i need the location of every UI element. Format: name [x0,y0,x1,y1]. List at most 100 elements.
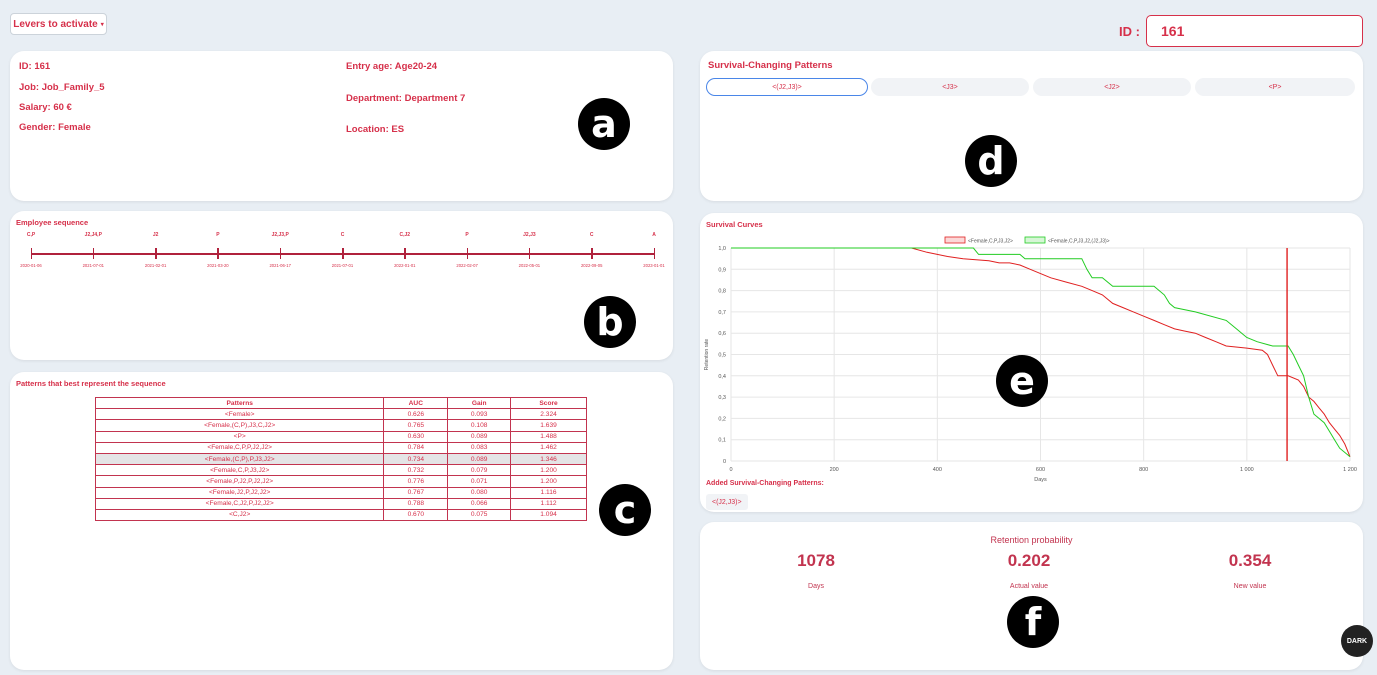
table-row[interactable]: <C,J2> 0.670 0.075 1.094 [94,508,587,522]
marker-e: e [996,355,1048,407]
table-cell: <Female,(C,P),P,J3,J2> [94,452,385,466]
column-header: Gain [447,396,512,410]
legend-entry: <Female,C,P,J3,J2> [968,239,1013,245]
marker-f: f [1007,596,1059,648]
table-cell: 1.639 [510,419,587,432]
table-cell: 2.324 [510,408,587,421]
patterns-title: Patterns that best represent the sequenc… [16,379,166,388]
timeline-event-label: C [340,232,345,238]
table-cell: <Female,C,J2,P,J2,J2> [94,497,385,510]
timeline: C,P 2020-01-06 J2,J4,P 2021-07-01 J2 2021-02-… [10,211,673,281]
table-cell: 0.066 [447,497,512,510]
timeline-event-date: 2023-01-01 [643,263,665,268]
timeline-event-label: C [589,232,594,238]
patterns-card: Patterns that best represent the sequenc… [10,372,673,670]
timeline-event-label: A [652,232,656,238]
table-cell: <Female,P,J2,P,J2,J2> [94,475,385,488]
table-header-row: Patterns AUC Gain Score [94,396,587,410]
table-cell: 0.788 [383,497,449,510]
column-header: Patterns [94,396,385,410]
table-cell: <Female> [94,408,385,421]
table-cell: 0.089 [447,452,512,466]
table-cell: 1.200 [510,464,587,477]
table-cell: 1.346 [510,452,587,466]
y-tick-label: 0,6 [718,331,726,337]
timeline-event-date: 2022-05-01 [518,263,541,268]
tab-pattern-j3[interactable]: <J3> [871,78,1029,96]
added-patterns-label: Added Survival-Changing Patterns: [706,480,824,487]
table-cell: <P> [94,430,385,443]
table-cell: 0.093 [447,408,512,421]
table-cell: 0.734 [383,452,449,466]
timeline-tick [279,248,282,259]
retention-new-label: New value [1233,583,1267,590]
tab-pattern-j2-j3[interactable]: <(J2,J3)> [706,78,868,96]
table-cell: 0.083 [447,441,512,454]
table-row[interactable]: <P> 0.630 0.089 1.488 [94,430,587,443]
y-tick-label: 0 [723,459,726,465]
added-pattern-pill[interactable]: <(J2,J3)> [706,494,748,510]
table-cell: 0.080 [447,486,512,499]
marker-a: a [578,98,630,150]
table-row[interactable]: <Female,C,J2,P,J2,J2> 0.788 0.066 1.112 [94,497,587,510]
table-cell: 0.079 [447,464,512,477]
timeline-tick [653,248,655,259]
timeline-tick [466,248,469,259]
y-tick-label: 0,8 [718,289,726,295]
id-label: ID : [1119,24,1140,39]
timeline-event-label: P [465,232,469,238]
table-cell: <Female,J2,P,J2,J2> [94,486,385,499]
marker-b: b [584,296,636,348]
y-tick-label: 0,9 [718,267,726,273]
table-row[interactable]: <Female,(C,P),P,J3,J2> 0.734 0.089 1.346 [94,452,587,466]
survival-curves-title: Survival Curves [706,220,763,229]
timeline-event-label: J2 [152,232,159,238]
timeline-event-date: 2022-02-07 [456,263,478,268]
timeline-event-date: 2022-09-05 [580,263,603,268]
timeline-tick [591,248,593,259]
table-row[interactable]: <Female,C,P,P,J2,J2> 0.784 0.083 1.462 [94,441,587,454]
table-cell: 0.670 [383,508,449,522]
x-tick-label: 400 [933,467,942,473]
patterns-table: Patterns AUC Gain Score <Female> 0.626 0.0… [94,396,587,522]
timeline-event-date: 2021-03-20 [207,263,229,268]
marker-c: c [599,484,651,536]
tab-pattern-p[interactable]: <P> [1195,78,1355,96]
tab-pattern-j2[interactable]: <J2> [1033,78,1191,96]
employee-location: Location: ES [346,124,405,135]
table-cell: 1.112 [510,497,587,510]
table-cell: <Female,C,P,P,J2,J2> [94,441,385,454]
table-row[interactable]: <Female> 0.626 0.093 2.324 [94,408,587,421]
timeline-event-date: 2021-07-01 [82,263,105,268]
levers-dropdown[interactable]: Levers to activate ▾ [10,13,107,35]
employee-sequence-card: Employee sequence C,P 2020-01-06 J2,J4,P 20… [10,211,673,360]
timeline-event-label: C,J2 [399,232,411,238]
employee-info-card: ID: 161 Job: Job_Family_5 Salary: 60 € G… [10,51,673,201]
timeline-tick [342,248,344,259]
timeline-event-label: J2,J4,P [84,232,102,238]
table-cell: <C,J2> [94,508,385,522]
table-row[interactable]: <Female,P,J2,P,J2,J2> 0.776 0.071 1.200 [94,475,587,488]
chevron-down-icon: ▾ [100,21,104,28]
retention-new-value: 0.354 [1228,551,1272,570]
table-row[interactable]: <Female,J2,P,J2,J2> 0.767 0.080 1.116 [94,486,587,499]
dark-mode-button[interactable]: DARK [1341,625,1373,657]
timeline-event-label: P [216,232,220,238]
legend-swatch [944,236,966,244]
employee-salary: Salary: 60 € [19,102,72,113]
survival-patterns-card: Survival-Changing Patterns <(J2,J3)> <J3… [700,51,1363,201]
y-axis-label: Retention rate [704,339,710,371]
y-tick-label: 0,5 [718,353,726,359]
y-tick-label: 0,7 [718,310,726,316]
table-cell: 0.075 [447,508,512,522]
id-input[interactable] [1146,15,1363,47]
column-header: Score [510,396,587,410]
table-row[interactable]: <Female,C,P,J3,J2> 0.732 0.079 1.200 [94,464,587,477]
employee-department: Department: Department 7 [346,93,466,104]
retention-actual-label: Actual value [1009,583,1049,590]
x-tick-label: 1 200 [1343,467,1357,473]
y-tick-label: 0,3 [718,395,726,401]
table-cell: 0.108 [447,419,512,432]
x-tick-label: 800 [1139,467,1148,473]
table-row[interactable]: <Female,(C,P),J3,C,J2> 0.765 0.108 1.639 [94,419,587,432]
